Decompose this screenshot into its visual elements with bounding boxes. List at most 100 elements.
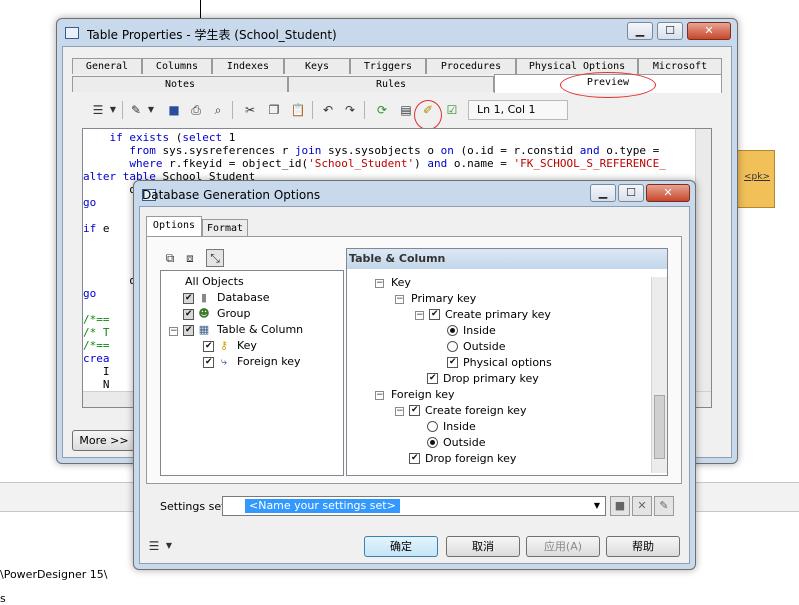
chevron-down-icon[interactable]: ▼ <box>591 499 603 513</box>
scrollbar-thumb[interactable] <box>654 395 665 459</box>
tab-rules[interactable]: Rules <box>288 76 494 92</box>
tab-microsoft[interactable]: Microsoft <box>638 58 722 74</box>
tab-format[interactable]: Format <box>202 219 248 237</box>
cursor-position-field: Ln 1, Col 1 <box>468 100 568 120</box>
tab-triggers[interactable]: Triggers <box>350 58 426 74</box>
settings-set-value: <Name your settings set> <box>245 499 400 513</box>
foreign-key-checkbox[interactable] <box>203 357 214 368</box>
collapse-icon[interactable]: − <box>169 327 178 336</box>
table-column-checkbox[interactable] <box>183 325 194 336</box>
code-line: /*== <box>83 313 110 326</box>
tree-item-key[interactable]: Key <box>237 339 257 352</box>
pk-outside-radio[interactable] <box>447 341 458 352</box>
redo-icon[interactable]: ↷ <box>342 102 358 118</box>
key-icon: ⚷ <box>219 339 229 352</box>
tab-columns[interactable]: Columns <box>142 58 212 74</box>
tab-indexes[interactable]: Indexes <box>212 58 284 74</box>
list-icon[interactable]: ▤ <box>398 102 414 118</box>
window-title: Table Properties - 学生表 (School_Student) <box>87 28 337 42</box>
code-vertical-scrollbar[interactable] <box>695 129 711 407</box>
cancel-button[interactable]: 取消 <box>446 536 520 557</box>
drop-primary-key-checkbox[interactable] <box>427 373 438 384</box>
fk-inside-radio[interactable] <box>427 421 438 432</box>
pk-inside-radio[interactable] <box>447 325 458 336</box>
collapse-icon[interactable]: − <box>375 279 384 288</box>
tab-notes[interactable]: Notes <box>72 76 288 92</box>
edit-settings-icon[interactable]: ✎ <box>654 496 674 516</box>
tree-all-objects[interactable]: All Objects <box>185 275 244 288</box>
code-line: from sys.sysreferences r join sys.sysobj… <box>129 144 660 157</box>
close-button[interactable]: ✕ <box>646 184 690 202</box>
more-button[interactable]: More >> <box>72 430 136 451</box>
settings-set-combo[interactable]: <Name your settings set> ▼ <box>222 496 606 516</box>
options-scrollbar[interactable] <box>651 277 667 473</box>
properties-icon[interactable]: ✎ <box>128 102 144 118</box>
drop-foreign-key-checkbox[interactable] <box>409 453 420 464</box>
save-icon[interactable]: ■ <box>166 102 182 118</box>
tab-options[interactable]: Options <box>146 216 202 237</box>
chevron-down-icon[interactable]: ▼ <box>108 102 118 118</box>
code-line: if exists (select 1 <box>83 131 236 144</box>
group-icon: ☻ <box>198 307 210 320</box>
physical-options-checkbox[interactable] <box>447 357 458 368</box>
collapse-icon[interactable]: − <box>395 407 404 416</box>
print-icon[interactable]: ⎙ <box>188 102 204 118</box>
code-line: go <box>83 196 97 209</box>
help-button[interactable]: 帮助 <box>606 536 680 557</box>
toolbar-separator <box>312 101 313 119</box>
chevron-down-icon[interactable]: ▼ <box>164 538 174 554</box>
diagram-entity-box[interactable]: <pk> <box>735 150 775 208</box>
collapse-icon[interactable]: − <box>395 295 404 304</box>
collapse-icon[interactable]: − <box>415 311 424 320</box>
menu-icon[interactable]: ☰ <box>90 102 106 118</box>
tree-item-group[interactable]: Group <box>217 307 251 320</box>
ok-button[interactable]: 确定 <box>364 536 438 557</box>
save-settings-icon[interactable]: ■ <box>610 496 630 516</box>
toolbar-separator <box>232 101 233 119</box>
tree-item-table-column[interactable]: Table & Column <box>217 323 303 336</box>
minimize-button[interactable]: ▁ <box>590 184 616 202</box>
code-line: /*== <box>83 339 110 352</box>
check-icon[interactable]: ☑ <box>444 102 460 118</box>
tree-item-foreign-key[interactable]: Foreign key <box>237 355 300 368</box>
chevron-down-icon[interactable]: ▼ <box>146 102 156 118</box>
select-all-icon[interactable]: ⧉ <box>162 250 178 266</box>
dialog-title: Database Generation Options <box>142 188 321 202</box>
annotation-ellipse <box>560 72 656 98</box>
group-checkbox[interactable] <box>183 309 194 320</box>
option-drop-primary-key: Drop primary key <box>443 372 539 385</box>
section-header: Table & Column <box>347 249 667 269</box>
find-icon[interactable]: ⌕ <box>210 102 226 118</box>
minimize-button[interactable]: ▁ <box>627 22 653 40</box>
database-checkbox[interactable] <box>183 293 194 304</box>
tab-general[interactable]: General <box>72 58 142 74</box>
option-foreign-key: Foreign key <box>391 388 455 401</box>
fk-outside-radio[interactable] <box>427 437 438 448</box>
refresh-icon[interactable]: ⟳ <box>374 102 390 118</box>
delete-settings-icon[interactable]: ✕ <box>632 496 652 516</box>
deselect-all-icon[interactable]: ⧈ <box>182 250 198 266</box>
cut-icon[interactable]: ✂ <box>242 102 258 118</box>
paste-icon[interactable]: 📋 <box>290 102 306 118</box>
close-button[interactable]: ✕ <box>687 22 731 40</box>
tab-procedures[interactable]: Procedures <box>426 58 516 74</box>
tab-keys[interactable]: Keys <box>284 58 350 74</box>
maximize-button[interactable]: ☐ <box>618 184 644 202</box>
create-primary-key-checkbox[interactable] <box>429 309 440 320</box>
code-line: N <box>83 378 110 391</box>
apply-button[interactable]: 应用(A) <box>526 536 600 557</box>
tree-item-database[interactable]: Database <box>217 291 270 304</box>
filter-icon[interactable]: ⤡ <box>206 249 224 267</box>
menu-icon[interactable]: ☰ <box>146 538 162 554</box>
code-line: /* T <box>83 326 110 339</box>
key-checkbox[interactable] <box>203 341 214 352</box>
copy-icon[interactable]: ❐ <box>266 102 282 118</box>
code-line: I <box>83 365 110 378</box>
option-key: Key <box>391 276 411 289</box>
option-physical-options: Physical options <box>463 356 552 369</box>
maximize-button[interactable]: ☐ <box>657 22 683 40</box>
object-tree-panel: All Objects ▮ Database ☻ Group − ▦ Table… <box>160 270 344 476</box>
collapse-icon[interactable]: − <box>375 391 384 400</box>
undo-icon[interactable]: ↶ <box>320 102 336 118</box>
create-foreign-key-checkbox[interactable] <box>409 405 420 416</box>
